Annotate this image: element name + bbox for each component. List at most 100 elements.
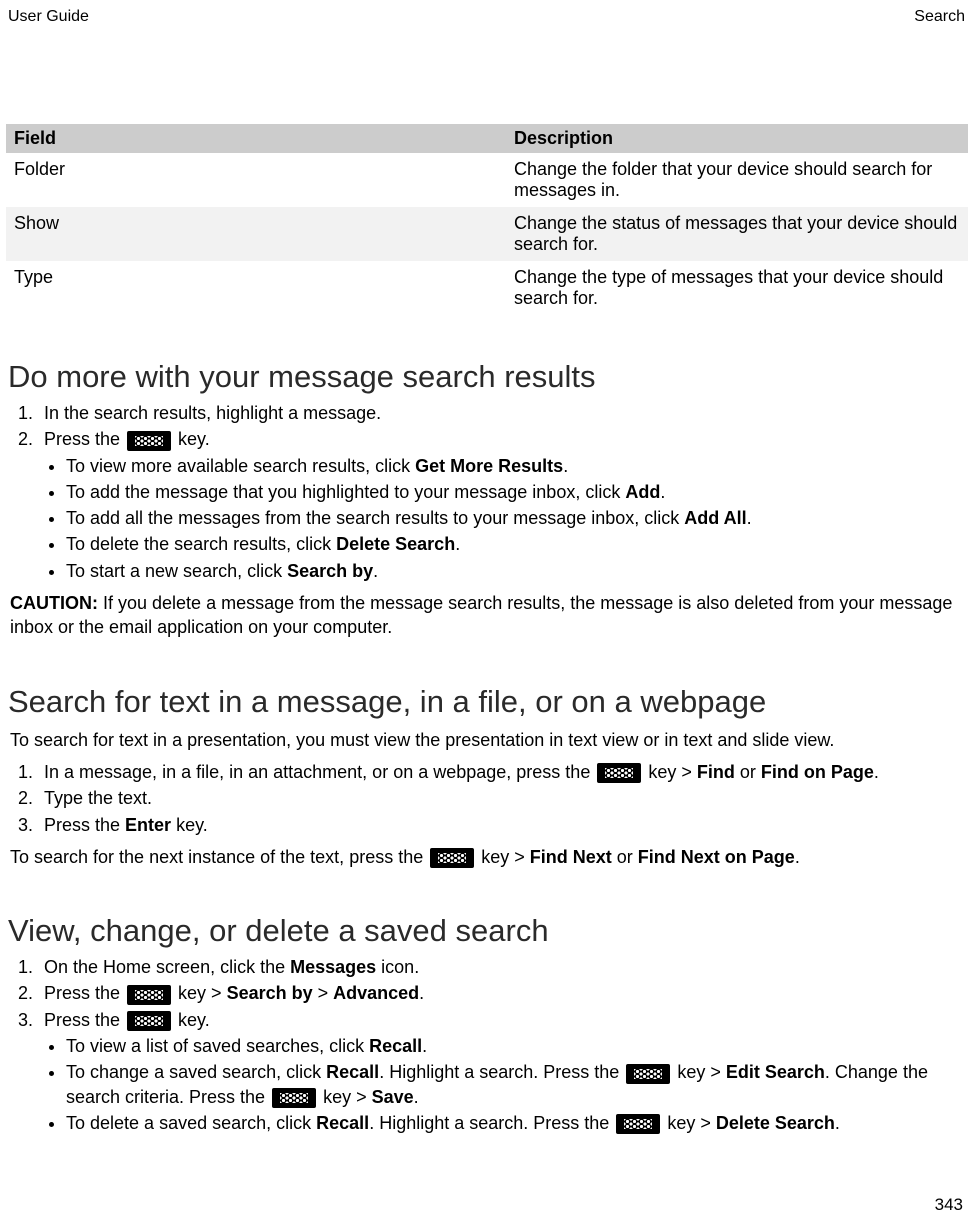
table-cell: Folder bbox=[6, 153, 506, 207]
text: key > bbox=[643, 762, 697, 782]
list-item: To add all the messages from the search … bbox=[66, 506, 967, 530]
text: Press the bbox=[44, 429, 125, 449]
menu-key-icon bbox=[272, 1088, 316, 1108]
text: . bbox=[747, 508, 752, 528]
text: To add all the messages from the search … bbox=[66, 508, 684, 528]
text: . bbox=[422, 1036, 427, 1056]
text: To view a list of saved searches, click bbox=[66, 1036, 369, 1056]
text: Press the bbox=[44, 983, 125, 1003]
table-cell: Change the folder that your device shoul… bbox=[506, 153, 968, 207]
text: If you delete a message from the message… bbox=[10, 593, 952, 637]
page-number: 343 bbox=[935, 1195, 963, 1215]
bold-text: Add All bbox=[684, 508, 746, 528]
menu-key-icon bbox=[430, 848, 474, 868]
bold-text: Recall bbox=[369, 1036, 422, 1056]
text: . bbox=[373, 561, 378, 581]
list-item: To view more available search results, c… bbox=[66, 454, 967, 478]
menu-key-icon bbox=[626, 1064, 670, 1084]
section-heading: Do more with your message search results bbox=[6, 359, 967, 395]
text: To change a saved search, click bbox=[66, 1062, 326, 1082]
menu-key-icon bbox=[597, 763, 641, 783]
text: Press the bbox=[44, 1010, 125, 1030]
caution-paragraph: CAUTION: If you delete a message from th… bbox=[10, 591, 963, 640]
bold-text: Find on Page bbox=[761, 762, 874, 782]
table-cell: Change the status of messages that your … bbox=[506, 207, 968, 261]
text: To delete the search results, click bbox=[66, 534, 336, 554]
bold-text: Search by bbox=[287, 561, 373, 581]
text: or bbox=[612, 847, 638, 867]
bold-text: Find bbox=[697, 762, 735, 782]
bold-text: Save bbox=[372, 1087, 414, 1107]
text: . Highlight a search. Press the bbox=[369, 1113, 614, 1133]
text: . bbox=[419, 983, 424, 1003]
text: key. bbox=[173, 1010, 210, 1030]
text: . bbox=[874, 762, 879, 782]
text: Press the bbox=[44, 815, 125, 835]
text: On the Home screen, click the bbox=[44, 957, 290, 977]
table-cell: Change the type of messages that your de… bbox=[506, 261, 968, 315]
text: To delete a saved search, click bbox=[66, 1113, 316, 1133]
text: key. bbox=[173, 429, 210, 449]
list-item: Press the key. bbox=[38, 427, 967, 451]
text: key > bbox=[318, 1087, 372, 1107]
paragraph: To search for text in a presentation, yo… bbox=[10, 728, 963, 752]
bold-text: Edit Search bbox=[726, 1062, 825, 1082]
paragraph: To search for the next instance of the t… bbox=[10, 845, 963, 869]
text: To start a new search, click bbox=[66, 561, 287, 581]
list-item: Press the key > Search by > Advanced. bbox=[38, 981, 967, 1005]
list-item: To start a new search, click Search by. bbox=[66, 559, 967, 583]
caution-label: CAUTION: bbox=[10, 593, 98, 613]
text: . Highlight a search. Press the bbox=[379, 1062, 624, 1082]
bold-text: Delete Search bbox=[716, 1113, 835, 1133]
bold-text: Recall bbox=[326, 1062, 379, 1082]
bold-text: Recall bbox=[316, 1113, 369, 1133]
bold-text: Messages bbox=[290, 957, 376, 977]
list-item: In a message, in a file, in an attachmen… bbox=[38, 760, 967, 784]
bold-text: Add bbox=[625, 482, 660, 502]
list-item: Press the Enter key. bbox=[38, 813, 967, 837]
menu-key-icon bbox=[127, 985, 171, 1005]
table-cell: Type bbox=[6, 261, 506, 315]
header-right: Search bbox=[914, 8, 965, 26]
bold-text: Find Next on Page bbox=[638, 847, 795, 867]
field-description-table: Field Description Folder Change the fold… bbox=[6, 124, 968, 315]
list-item: To change a saved search, click Recall. … bbox=[66, 1060, 967, 1109]
list-item: To delete the search results, click Dele… bbox=[66, 532, 967, 556]
text: > bbox=[313, 983, 334, 1003]
list-item: On the Home screen, click the Messages i… bbox=[38, 955, 967, 979]
text: key > bbox=[662, 1113, 716, 1133]
menu-key-icon bbox=[127, 1011, 171, 1031]
bold-text: Search by bbox=[227, 983, 313, 1003]
list-item: To delete a saved search, click Recall. … bbox=[66, 1111, 967, 1135]
section-heading: Search for text in a message, in a file,… bbox=[6, 684, 967, 720]
bold-text: Enter bbox=[125, 815, 171, 835]
bold-text: Delete Search bbox=[336, 534, 455, 554]
text: . bbox=[563, 456, 568, 476]
text: or bbox=[735, 762, 761, 782]
table-header-field: Field bbox=[6, 124, 506, 153]
text: To view more available search results, c… bbox=[66, 456, 415, 476]
text: . bbox=[660, 482, 665, 502]
text: icon. bbox=[376, 957, 419, 977]
list-item: To add the message that you highlighted … bbox=[66, 480, 967, 504]
bold-text: Advanced bbox=[333, 983, 419, 1003]
list-item: In the search results, highlight a messa… bbox=[38, 401, 967, 425]
menu-key-icon bbox=[616, 1114, 660, 1134]
text: key > bbox=[476, 847, 530, 867]
text: key > bbox=[672, 1062, 726, 1082]
header-left: User Guide bbox=[8, 8, 89, 26]
bold-text: Find Next bbox=[530, 847, 612, 867]
section-heading: View, change, or delete a saved search bbox=[6, 913, 967, 949]
text: . bbox=[795, 847, 800, 867]
text: key. bbox=[171, 815, 208, 835]
menu-key-icon bbox=[127, 431, 171, 451]
bold-text: Get More Results bbox=[415, 456, 563, 476]
text: . bbox=[414, 1087, 419, 1107]
text: key > bbox=[173, 983, 227, 1003]
text: In a message, in a file, in an attachmen… bbox=[44, 762, 595, 782]
list-item: Type the text. bbox=[38, 786, 967, 810]
text: . bbox=[835, 1113, 840, 1133]
table-header-description: Description bbox=[506, 124, 968, 153]
text: To add the message that you highlighted … bbox=[66, 482, 625, 502]
list-item: Press the key. bbox=[38, 1008, 967, 1032]
